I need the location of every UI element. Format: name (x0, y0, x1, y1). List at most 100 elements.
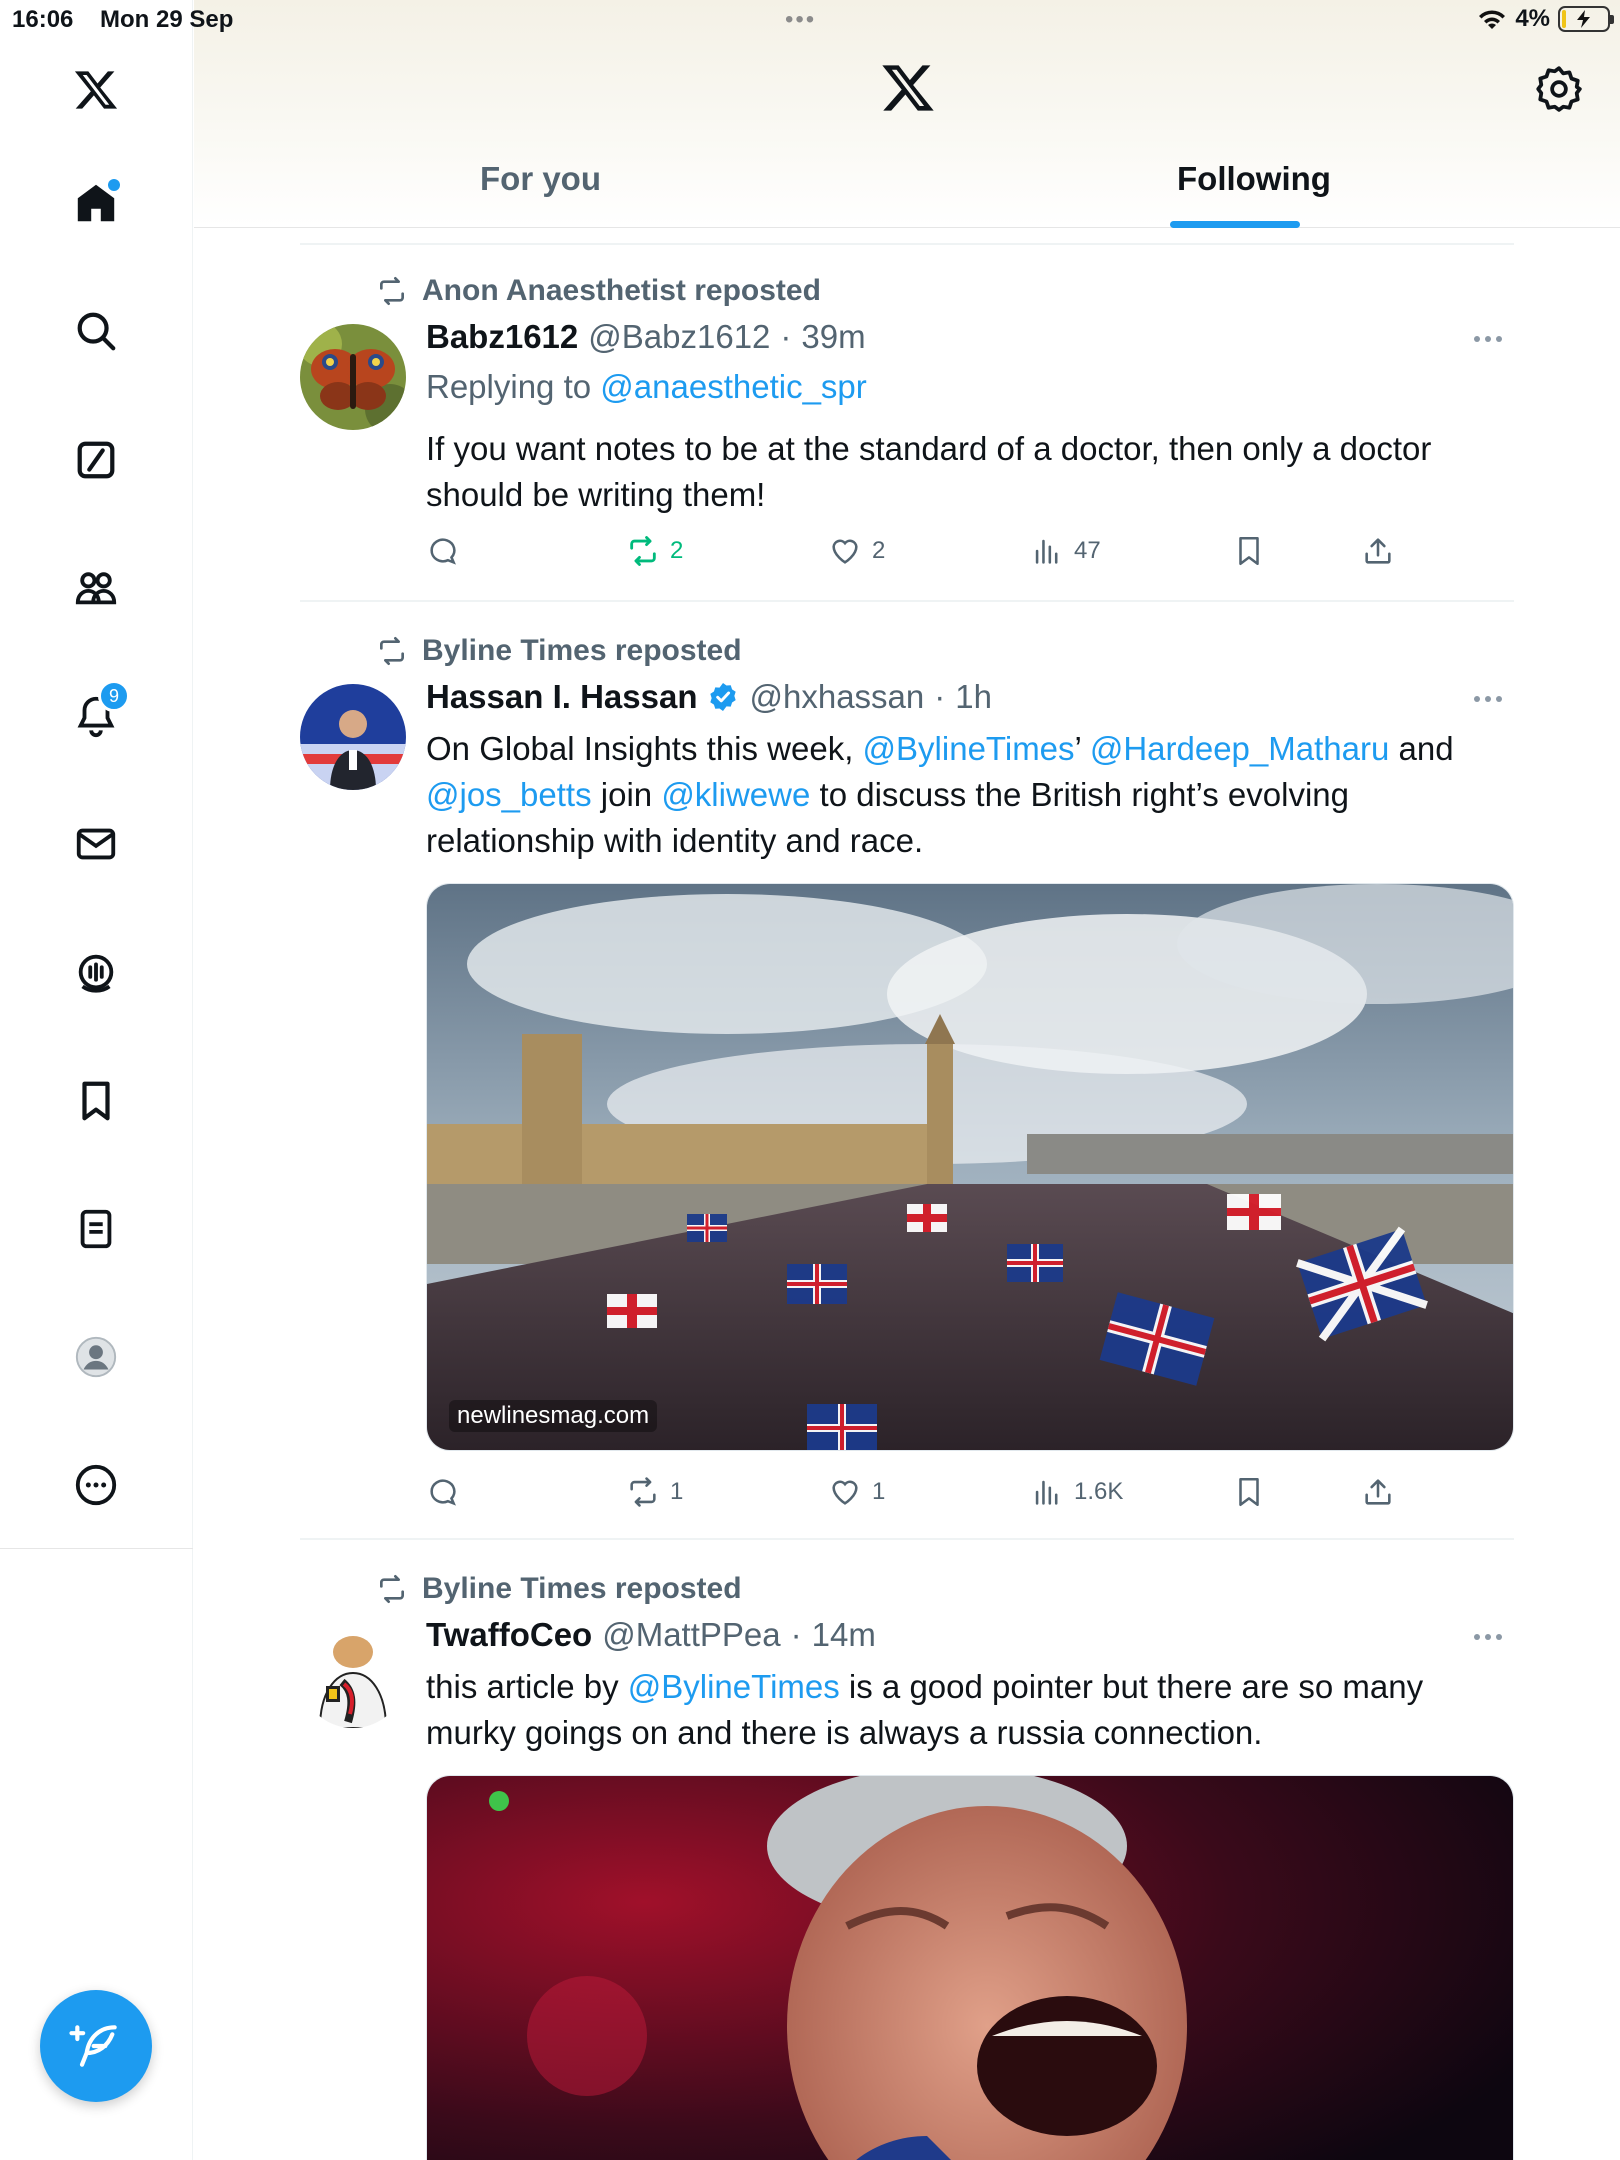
lists-icon[interactable] (68, 1201, 124, 1257)
share-button[interactable] (1361, 1475, 1395, 1509)
mention-link[interactable]: @Hardeep_Matharu (1090, 730, 1390, 767)
post-card[interactable]: Byline Times reposted Hassan I. Hassan @… (300, 630, 1514, 1540)
like-count: 1 (872, 1478, 886, 1505)
repost-indicator: Byline Times reposted (376, 634, 742, 668)
author-name[interactable]: Babz1612 (426, 318, 578, 356)
post-author-line: Babz1612 @Babz1612 · 39m (426, 318, 866, 356)
x-logo-icon[interactable] (68, 62, 124, 118)
mention-link[interactable]: @BylineTimes (628, 1668, 840, 1705)
more-options-icon[interactable] (68, 1457, 124, 1513)
like-button[interactable]: 1 (828, 1475, 885, 1509)
post-more-icon[interactable] (1474, 1634, 1514, 1646)
status-date: Mon 29 Sep (100, 6, 234, 33)
bookmark-icon (1239, 1477, 1259, 1507)
battery-icon (1558, 6, 1614, 32)
author-handle[interactable]: @MattPPea (602, 1616, 780, 1654)
author-handle[interactable]: @hxhassan (749, 678, 924, 716)
feed-top-divider (300, 243, 1514, 245)
bookmark-icon (1239, 536, 1259, 566)
heart-icon (832, 1480, 858, 1505)
separator-dot: · (780, 318, 792, 355)
post-image[interactable] (426, 1775, 1514, 2160)
repost-by-text[interactable]: Byline Times reposted (422, 634, 742, 668)
tab-for-you[interactable]: For you (480, 160, 601, 198)
repost-count: 1 (670, 1478, 684, 1505)
repost-icon (380, 637, 404, 665)
repost-icon (380, 277, 404, 305)
spaces-icon[interactable] (68, 945, 124, 1001)
status-bar: 16:06 Mon 29 Sep ••• 4% (0, 0, 1620, 40)
author-handle[interactable]: @Babz1612 (588, 318, 770, 356)
repost-icon (380, 1575, 404, 1603)
mention-link[interactable]: @jos_betts (426, 776, 592, 813)
repost-icon (630, 1477, 656, 1507)
avatar[interactable] (300, 324, 406, 430)
post-text: On Global Insights this week, @BylineTim… (426, 726, 1516, 864)
home-icon[interactable] (68, 175, 124, 231)
notifications-bell-icon[interactable]: 9 (68, 680, 130, 744)
replying-handle-link[interactable]: @anaesthetic_spr (600, 368, 866, 405)
mention-link[interactable]: @BylineTimes (863, 730, 1075, 767)
share-icon (1365, 1479, 1391, 1505)
text-segment: ’ (1074, 730, 1090, 767)
multitasking-dots[interactable]: ••• (785, 6, 816, 34)
repost-by-text[interactable]: Byline Times reposted (422, 1572, 742, 1606)
wifi-icon (1479, 10, 1506, 29)
post-divider (300, 1538, 1514, 1540)
post-time[interactable]: 14m (812, 1616, 876, 1654)
post-divider (300, 600, 1514, 602)
post-text: this article by @BylineTimes is a good p… (426, 1664, 1516, 1756)
post-actions: 1 1 1.6K (426, 1475, 1426, 1515)
post-time[interactable]: 39m (801, 318, 865, 356)
views-count: 47 (1074, 537, 1101, 564)
share-button[interactable] (1361, 534, 1395, 568)
repost-button[interactable]: 1 (626, 1475, 683, 1509)
repost-button[interactable]: 2 (626, 534, 683, 568)
bookmark-button[interactable] (1232, 534, 1266, 568)
post-more-icon[interactable] (1474, 696, 1514, 708)
verified-badge-icon (710, 683, 737, 711)
post-text: If you want notes to be at the standard … (426, 430, 1432, 513)
battery-percent: 4% (1515, 5, 1550, 32)
notifications-badge: 9 (98, 680, 130, 712)
settings-gear-icon[interactable] (1534, 64, 1584, 114)
reply-button[interactable] (426, 534, 460, 568)
avatar[interactable] (300, 1622, 406, 1728)
post-more-icon[interactable] (1474, 336, 1514, 348)
reply-button[interactable] (426, 1475, 460, 1509)
link-card-image[interactable]: newlinesmag.com (426, 883, 1514, 1451)
compose-feather-icon (69, 2025, 117, 2067)
post-actions: 2 2 47 (426, 534, 1426, 574)
text-segment: and (1389, 730, 1454, 767)
like-button[interactable]: 2 (828, 534, 885, 568)
replying-prefix: Replying to (426, 368, 592, 405)
repost-by-text[interactable]: Anon Anaesthetist reposted (422, 274, 821, 308)
views-chart-icon (1035, 1480, 1058, 1505)
post-card[interactable]: Anon Anaesthetist reposted Babz1612 @Bab… (300, 270, 1514, 602)
repost-icon (630, 536, 656, 566)
views-button[interactable]: 1.6K (1030, 1475, 1123, 1509)
messages-mail-icon[interactable] (68, 816, 124, 872)
home-unread-dot (108, 179, 120, 191)
author-name[interactable]: Hassan I. Hassan (426, 678, 697, 716)
separator-dot: · (790, 1616, 802, 1653)
replying-to: Replying to @anaesthetic_spr (426, 368, 867, 406)
grok-icon[interactable] (68, 432, 124, 488)
status-right: 4% (1477, 5, 1614, 33)
avatar[interactable] (300, 684, 406, 790)
search-icon[interactable] (68, 303, 124, 359)
profile-avatar-icon[interactable] (68, 1329, 124, 1385)
post-card[interactable]: Byline Times reposted TwaffoCeo @MattPPe… (300, 1568, 1514, 2160)
post-time[interactable]: 1h (955, 678, 992, 716)
post-author-line: Hassan I. Hassan @hxhassan · 1h (426, 678, 992, 716)
communities-icon[interactable] (68, 560, 124, 616)
author-name[interactable]: TwaffoCeo (426, 1616, 592, 1654)
bookmarks-icon[interactable] (68, 1073, 124, 1129)
tab-following[interactable]: Following (1177, 160, 1331, 198)
mention-link[interactable]: @kliwewe (661, 776, 810, 813)
heart-icon (832, 539, 858, 564)
views-button[interactable]: 47 (1030, 534, 1101, 568)
bookmark-button[interactable] (1232, 1475, 1266, 1509)
compose-post-button[interactable] (40, 1990, 152, 2102)
x-logo-icon (882, 65, 934, 111)
